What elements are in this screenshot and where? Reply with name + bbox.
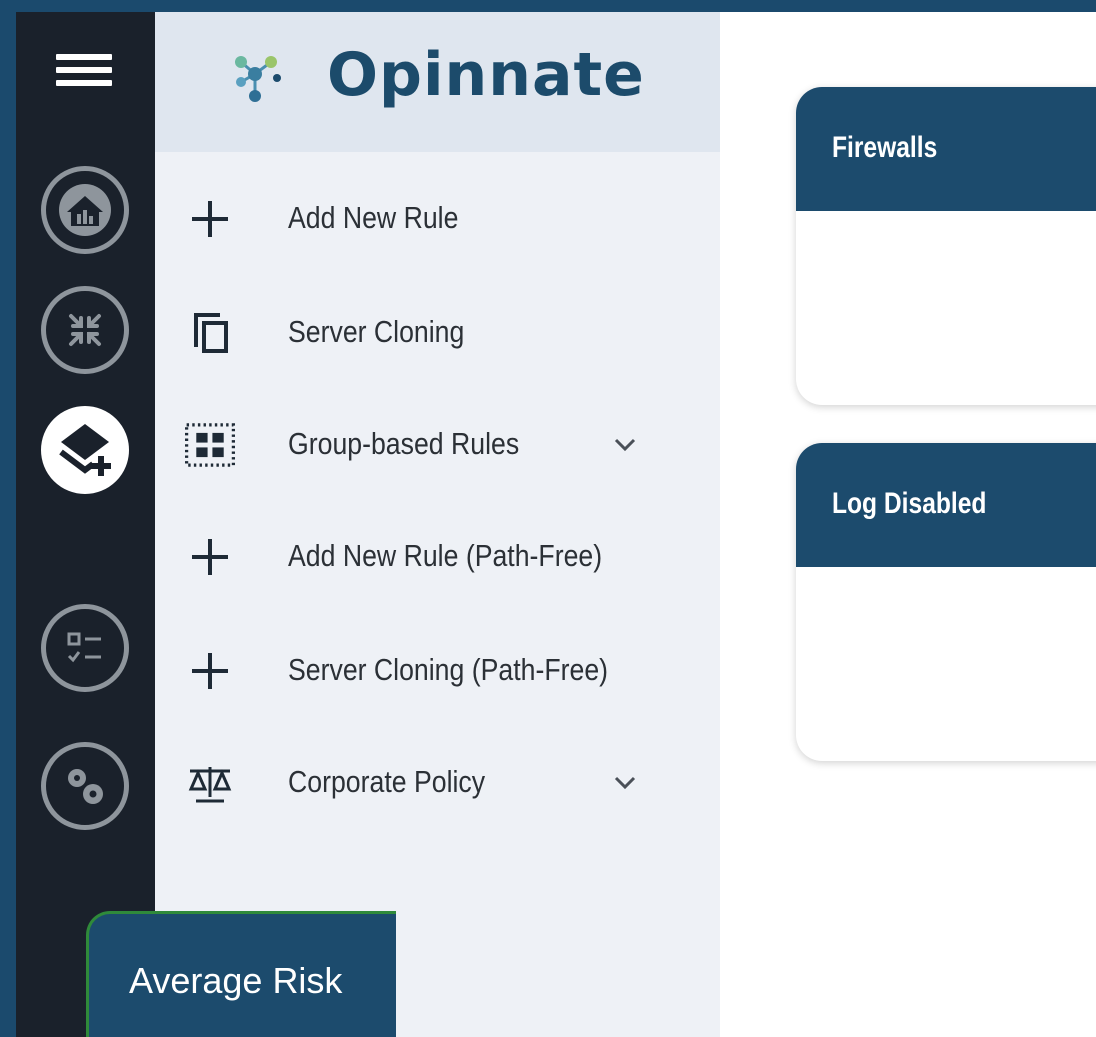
menu-item-label: Server Cloning (Path-Free)	[288, 652, 609, 687]
menu-item-add-new-rule[interactable]: Add New Rule	[155, 178, 720, 258]
card-title: Average Risk	[129, 960, 343, 1001]
menu-item-corporate-policy[interactable]: Corporate Policy	[155, 742, 720, 822]
hamburger-menu-icon[interactable]	[56, 54, 112, 98]
menu-item-group-based-rules[interactable]: Group-based Rules	[155, 404, 720, 484]
menu-item-add-new-rule-path-free[interactable]: Add New Rule (Path-Free)	[155, 516, 720, 596]
add-layer-icon	[59, 424, 111, 476]
card-header: Log Disabled	[796, 443, 1096, 567]
checklist-icon	[67, 632, 101, 663]
brand-logo-icon	[235, 56, 281, 102]
menu-item-server-cloning-path-free[interactable]: Server Cloning (Path-Free)	[155, 630, 720, 710]
nav-rail	[16, 12, 155, 1037]
rail-rules-button[interactable]	[35, 400, 135, 500]
rail-settings-button[interactable]	[35, 736, 135, 836]
scale-icon	[185, 758, 235, 808]
logo-header: Opinnate	[155, 12, 720, 152]
average-risk-card: Average Risk	[86, 911, 396, 1037]
home-icon	[59, 184, 111, 236]
side-panel: Opinnate Add New Rule Server Cloning Gro…	[155, 12, 720, 1037]
rail-compare-button[interactable]	[35, 280, 135, 380]
grid-icon	[185, 420, 235, 470]
menu-item-server-cloning[interactable]: Server Cloning	[155, 292, 720, 372]
firewalls-card: Firewalls	[796, 87, 1096, 405]
menu-item-label: Add New Rule	[288, 200, 459, 235]
plus-icon	[185, 646, 235, 696]
menu-item-label: Corporate Policy	[288, 764, 486, 799]
rail-home-button[interactable]	[35, 160, 135, 260]
menu-item-label: Server Cloning	[288, 314, 465, 349]
log-disabled-card: Log Disabled	[796, 443, 1096, 761]
gears-icon	[68, 769, 103, 804]
card-title: Firewalls	[832, 131, 938, 164]
chevron-down-icon[interactable]	[610, 768, 640, 798]
copy-icon	[185, 308, 235, 358]
menu-item-label: Add New Rule (Path-Free)	[288, 538, 603, 573]
plus-icon	[185, 532, 235, 582]
rail-tasks-button[interactable]	[35, 598, 135, 698]
brand-name: Opinnate	[327, 40, 645, 110]
plus-icon	[185, 194, 235, 244]
main-content: Firewalls Log Disabled	[720, 12, 1096, 1037]
compress-icon	[69, 314, 101, 346]
card-header: Firewalls	[796, 87, 1096, 211]
card-title: Log Disabled	[832, 487, 987, 520]
menu-item-label: Group-based Rules	[288, 426, 520, 461]
chevron-down-icon[interactable]	[610, 430, 640, 460]
